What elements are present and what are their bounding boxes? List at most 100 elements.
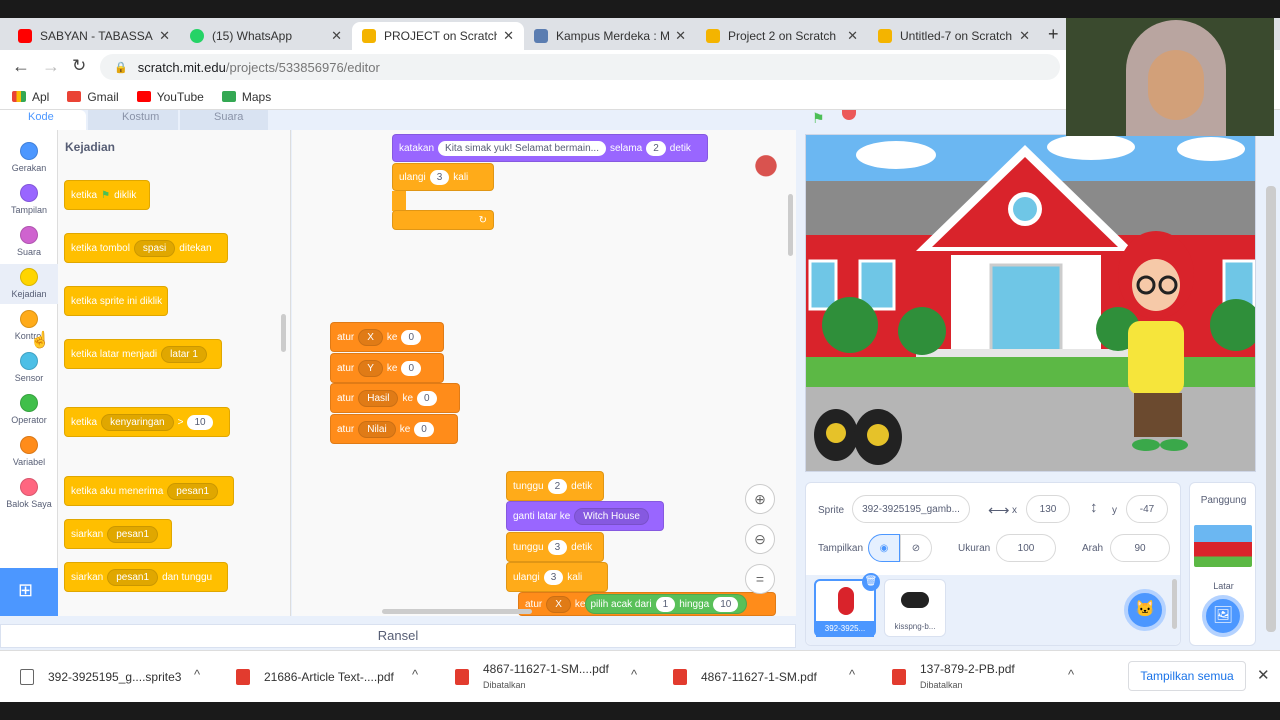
download-item[interactable]: 4867-11627-1-SM.pdf ^ bbox=[673, 651, 873, 703]
bookmark-youtube[interactable]: YouTube bbox=[136, 90, 204, 104]
workspace-vscroll[interactable] bbox=[788, 194, 793, 256]
say-text-input[interactable]: Kita simak yuk! Selamat bermain... bbox=[438, 140, 606, 156]
category-variables[interactable]: Variabel bbox=[0, 436, 58, 467]
size-input[interactable]: 100 bbox=[996, 534, 1056, 562]
y-input[interactable]: -47 bbox=[1126, 495, 1168, 523]
category-motion[interactable]: Gerakan bbox=[0, 142, 58, 173]
stage-canvas[interactable] bbox=[805, 134, 1256, 472]
tab-code[interactable]: Kode bbox=[0, 110, 86, 130]
bookmark-gmail[interactable]: Gmail bbox=[67, 90, 119, 104]
message-dropdown[interactable]: pesan1 bbox=[167, 482, 219, 500]
variable-value-input[interactable]: 0 bbox=[417, 390, 437, 406]
block-repeat[interactable]: ulangi 3 kali bbox=[506, 562, 608, 592]
random-to-input[interactable]: 10 bbox=[713, 596, 739, 612]
new-tab-button[interactable]: + bbox=[1048, 24, 1059, 45]
block-wait[interactable]: tunggu 2 detik bbox=[506, 471, 604, 501]
block-set-variable[interactable]: atur Yke 0 bbox=[330, 353, 444, 383]
block-set-variable[interactable]: atur Xke 0 bbox=[330, 322, 444, 352]
wait-seconds-input[interactable]: 3 bbox=[547, 539, 568, 555]
close-icon[interactable]: ✕ bbox=[847, 28, 858, 44]
block-set-variable-random[interactable]: atur Xke pilih acak dari 1 hingga 10 bbox=[518, 592, 776, 616]
add-backdrop-icon[interactable]: 🖼 bbox=[1202, 595, 1244, 637]
wait-seconds-input[interactable]: 2 bbox=[547, 478, 568, 494]
chevron-up-icon[interactable]: ^ bbox=[194, 667, 200, 682]
variable-dropdown[interactable]: Nilai bbox=[358, 420, 396, 438]
page-scrollbar[interactable] bbox=[1266, 186, 1276, 632]
sprite-list-scrollbar[interactable] bbox=[1172, 579, 1177, 629]
download-item[interactable]: 137-879-2-PB.pdf Dibatalkan ^ bbox=[892, 651, 1092, 703]
browser-tab[interactable]: Project 2 on Scratch ✕ bbox=[696, 22, 868, 50]
block-say-for-secs[interactable]: katakan Kita simak yuk! Selamat bermain..… bbox=[392, 134, 708, 162]
category-sensing[interactable]: Sensor bbox=[0, 352, 58, 383]
close-icon[interactable]: ✕ bbox=[1257, 666, 1270, 684]
repeat-count-input[interactable]: 3 bbox=[429, 169, 450, 185]
block-broadcast-and-wait[interactable]: siarkan pesan1 dan tunggu bbox=[64, 562, 228, 592]
loudness-value[interactable]: 10 bbox=[187, 414, 213, 430]
category-looks[interactable]: Tampilan bbox=[0, 184, 58, 215]
zoom-in-button[interactable]: ⊕ bbox=[745, 484, 775, 514]
address-bar[interactable]: 🔒 scratch.mit.edu/projects/533856976/edi… bbox=[100, 54, 1060, 80]
sprite-name-input[interactable]: 392-3925195_gamb... bbox=[852, 495, 970, 523]
close-icon[interactable]: ✕ bbox=[675, 28, 686, 44]
block-when-sprite-clicked[interactable]: ketika sprite ini diklik bbox=[64, 286, 168, 316]
variable-value-input[interactable]: 0 bbox=[414, 421, 434, 437]
back-icon[interactable]: ← bbox=[12, 56, 30, 77]
say-seconds-input[interactable]: 2 bbox=[646, 140, 666, 156]
block-when-i-receive[interactable]: ketika aku menerima pesan1 bbox=[64, 476, 234, 506]
chevron-up-icon[interactable]: ^ bbox=[1068, 667, 1074, 682]
block-when-backdrop-switches[interactable]: ketika latar menjadi latar 1 bbox=[64, 339, 222, 369]
block-set-variable[interactable]: atur Hasil ke 0 bbox=[330, 383, 460, 413]
close-icon[interactable]: ✕ bbox=[159, 28, 170, 44]
block-set-variable[interactable]: atur Nilai ke 0 bbox=[330, 414, 458, 444]
backpack-bar[interactable]: Ransel bbox=[0, 624, 796, 648]
variable-value-input[interactable]: 0 bbox=[401, 329, 422, 345]
x-input[interactable]: 130 bbox=[1026, 495, 1070, 523]
show-all-button[interactable]: Tampilkan semua bbox=[1128, 661, 1246, 691]
zoom-reset-button[interactable]: = bbox=[745, 564, 775, 594]
block-wait[interactable]: tunggu 3 detik bbox=[506, 532, 604, 562]
workspace-hscroll[interactable] bbox=[382, 609, 532, 614]
tab-sounds[interactable]: Suara bbox=[180, 110, 268, 130]
browser-tab-active[interactable]: PROJECT on Scratch ✕ bbox=[352, 22, 524, 50]
block-when-loudness[interactable]: ketika kenyaringan >10 bbox=[64, 407, 230, 437]
download-item[interactable]: 4867-11627-1-SM....pdf Dibatalkan ^ bbox=[455, 651, 655, 703]
zoom-out-button[interactable]: ⊖ bbox=[745, 524, 775, 554]
green-flag-icon[interactable]: ⚑ bbox=[812, 110, 825, 127]
category-operators[interactable]: Operator bbox=[0, 394, 58, 425]
backdrop-dropdown[interactable]: latar 1 bbox=[161, 345, 207, 363]
sprite-tile-selected[interactable]: 392-3925... 🗑 bbox=[814, 573, 880, 637]
reload-icon[interactable]: ↻ bbox=[72, 56, 86, 76]
stage-selector[interactable]: Panggung Latar 🖼 bbox=[1189, 482, 1256, 646]
block-switch-backdrop[interactable]: ganti latar ke Witch House bbox=[506, 501, 664, 531]
add-extension-button[interactable]: ⊞ bbox=[0, 568, 58, 616]
browser-tab[interactable]: (15) WhatsApp ✕ bbox=[180, 22, 352, 50]
sprite-tile[interactable]: kisspng-b... bbox=[884, 579, 946, 637]
variable-dropdown[interactable]: X bbox=[358, 328, 383, 346]
browser-tab[interactable]: SABYAN - TABASSAM ✕ bbox=[8, 22, 180, 50]
chevron-up-icon[interactable]: ^ bbox=[849, 667, 855, 682]
chevron-up-icon[interactable]: ^ bbox=[631, 667, 637, 682]
loudness-dropdown[interactable]: kenyaringan bbox=[101, 413, 174, 431]
browser-tab[interactable]: Kampus Merdeka : Me ✕ bbox=[524, 22, 696, 50]
message-dropdown[interactable]: pesan1 bbox=[107, 525, 159, 543]
tab-costumes[interactable]: Kostum bbox=[88, 110, 178, 130]
block-broadcast[interactable]: siarkan pesan1 bbox=[64, 519, 172, 549]
palette-scrollbar[interactable] bbox=[281, 314, 286, 352]
random-from-input[interactable]: 1 bbox=[655, 596, 676, 612]
message-dropdown[interactable]: pesan1 bbox=[107, 568, 159, 586]
bookmark-apps[interactable]: Apl bbox=[12, 90, 49, 104]
close-icon[interactable]: ✕ bbox=[1019, 28, 1030, 44]
chevron-up-icon[interactable]: ^ bbox=[412, 667, 418, 682]
repeat-count-input[interactable]: 3 bbox=[543, 569, 564, 585]
block-repeat[interactable]: ulangi 3 kali bbox=[392, 163, 494, 191]
variable-dropdown[interactable]: X bbox=[546, 595, 571, 613]
category-events[interactable]: Kejadian bbox=[0, 264, 58, 304]
close-icon[interactable]: ✕ bbox=[503, 28, 514, 44]
variable-dropdown[interactable]: Y bbox=[358, 359, 383, 377]
backdrop-dropdown[interactable]: Witch House bbox=[574, 507, 649, 525]
category-my-blocks[interactable]: Balok Saya bbox=[0, 478, 58, 509]
block-when-flag-clicked[interactable]: ketika ⚑ diklik bbox=[64, 180, 150, 210]
variable-dropdown[interactable]: Hasil bbox=[358, 389, 399, 407]
direction-input[interactable]: 90 bbox=[1110, 534, 1170, 562]
forward-icon[interactable]: → bbox=[42, 56, 60, 77]
